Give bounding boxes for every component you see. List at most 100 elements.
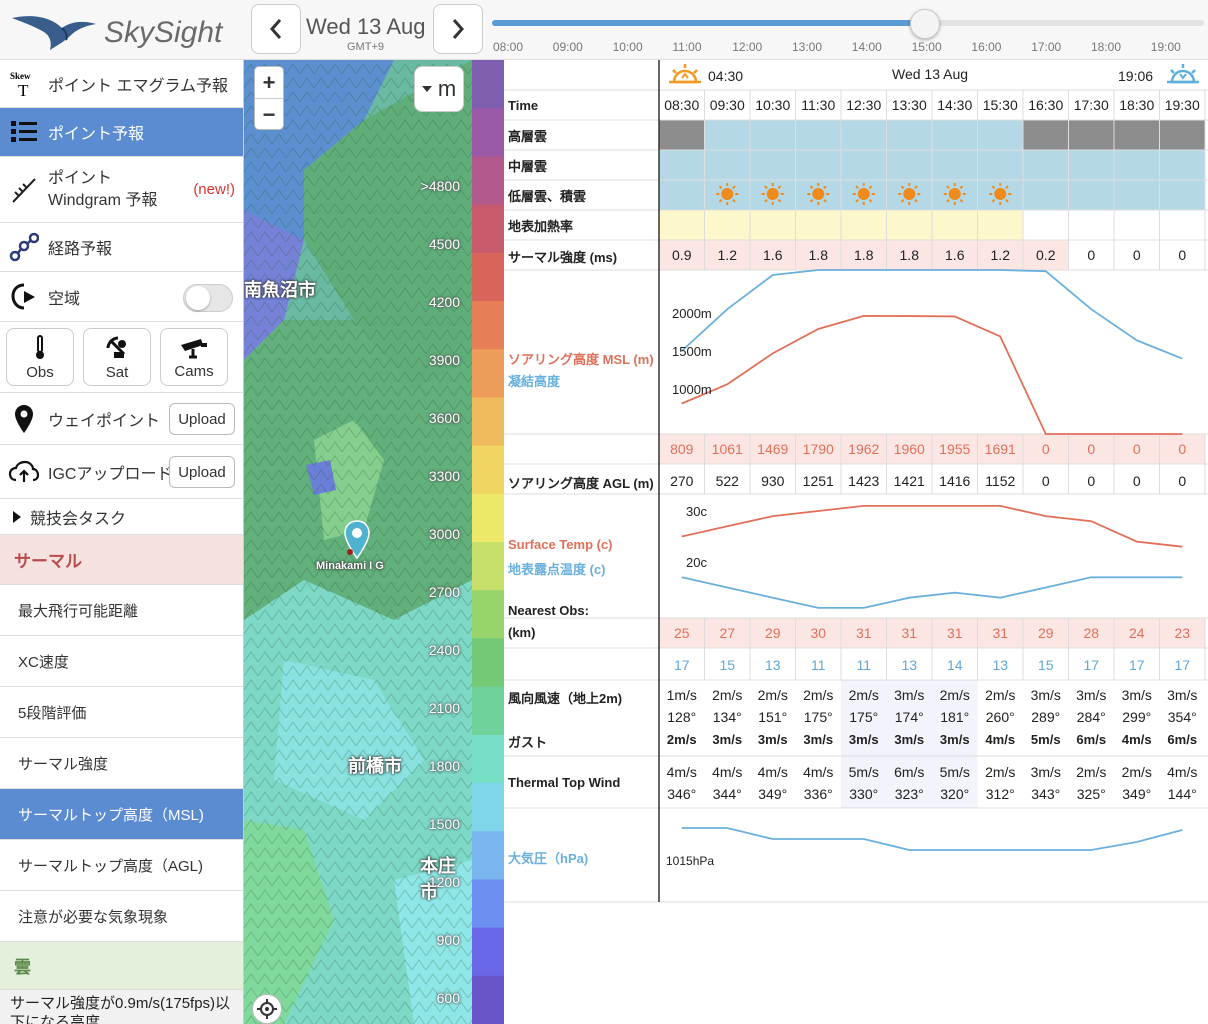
- ttw-direction-value: 144°: [1167, 786, 1197, 802]
- colorbar-swatch: [472, 831, 504, 881]
- surface-temp-value: 31: [946, 625, 963, 641]
- gust-value: 4m/s: [1121, 732, 1152, 747]
- map-scale-label: 3900: [428, 352, 460, 368]
- zoom-out-button[interactable]: −: [255, 99, 283, 131]
- colorbar-swatch: [472, 397, 504, 447]
- high-cloud-cell: [977, 120, 1023, 150]
- cloud-section-header[interactable]: 雲: [0, 942, 243, 990]
- next-day-button[interactable]: [433, 4, 483, 54]
- soaring-msl-value: 1790: [802, 441, 834, 457]
- row-label-heating: 地表加熱率: [508, 219, 574, 234]
- row-label-soaring-agl: ソアリング高度 AGL (m): [508, 476, 654, 491]
- colorbar-swatch: [472, 975, 504, 1024]
- colorbar-swatch: [472, 252, 504, 302]
- dewpoint-value: 17: [1174, 657, 1191, 673]
- prev-day-button[interactable]: [251, 4, 301, 54]
- gust-value: 3m/s: [939, 732, 970, 747]
- camera-icon: [181, 338, 207, 358]
- sidebar: Skew T ポイント エマグラム予報 ポイント予報 ポイント Windgram …: [0, 60, 244, 1024]
- heating-cell: [886, 210, 932, 240]
- colorbar-swatch: [472, 927, 504, 977]
- map-marker-icon[interactable]: [342, 520, 372, 560]
- menu-five-star-rating[interactable]: 5段階評価: [0, 687, 243, 738]
- sidebar-item-skewt[interactable]: Skew T ポイント エマグラム予報: [0, 60, 243, 108]
- thermal-section-header[interactable]: サーマル: [0, 535, 243, 585]
- menu-weather-hazards[interactable]: 注意が必要な気象現象: [0, 891, 243, 942]
- menu-thermal-top-msl[interactable]: サーマルトップ高度（MSL): [0, 789, 243, 840]
- temp-tick: 20c: [686, 555, 707, 570]
- low-cloud-cell: [1068, 180, 1114, 210]
- colorbar-swatch: [472, 349, 504, 399]
- gust-value: 3m/s: [712, 732, 743, 747]
- sidebar-item-route[interactable]: 経路予報: [0, 223, 243, 272]
- sidebar-item-waypoint[interactable]: ウェイポイント Upload: [0, 393, 243, 445]
- heating-cell: [841, 210, 887, 240]
- obs-sat-cams-row: Obs Sat Cams: [0, 322, 243, 393]
- row-label-soaring-msl: ソアリング高度 MSL (m): [508, 352, 654, 367]
- locate-button[interactable]: [252, 994, 282, 1024]
- wind-speed-value: 2m/s: [803, 687, 834, 703]
- mid-cloud-cell: [1023, 150, 1069, 180]
- high-cloud-cell: [1068, 120, 1114, 150]
- gust-value: 6m/s: [1167, 732, 1198, 747]
- dewpoint-value: 13: [764, 657, 781, 673]
- sidebar-item-airspace[interactable]: 空域: [0, 272, 243, 322]
- ttw-speed-value: 4m/s: [803, 764, 834, 780]
- mid-cloud-cell: [1159, 150, 1205, 180]
- heating-cell: [977, 210, 1023, 240]
- surface-temp-value: 31: [901, 625, 918, 641]
- sidebar-item-windgram[interactable]: ポイント Windgram 予報 (new!): [0, 157, 243, 223]
- slider-tick-label: 17:00: [1031, 40, 1062, 54]
- slider-tick-label: 08:00: [493, 40, 524, 54]
- row-label-time: Time: [508, 98, 539, 113]
- eagle-logo-icon: [12, 16, 96, 50]
- time-cell: 13:30: [891, 97, 927, 113]
- time-slider[interactable]: [492, 9, 1204, 39]
- skysight-logo[interactable]: SkySight: [6, 6, 244, 54]
- soaring-msl-value: 1061: [711, 441, 743, 457]
- map-scale-label: 600: [436, 990, 460, 1006]
- freezing-level-line: [681, 269, 1183, 360]
- surface-temp-value: 25: [673, 625, 690, 641]
- airspace-toggle[interactable]: [183, 284, 233, 312]
- high-cloud-cell: [795, 120, 841, 150]
- dewpoint-value: 11: [810, 657, 826, 673]
- soaring-agl-value: 270: [670, 473, 694, 489]
- dewpoint-value: 13: [992, 657, 1009, 673]
- sidebar-item-label: ポイント エマグラム予報: [48, 77, 228, 95]
- sidebar-item-point-forecast[interactable]: ポイント予報: [0, 108, 243, 157]
- soaring-msl-value: 809: [670, 441, 694, 457]
- competition-task-toggle[interactable]: 競技会タスク: [0, 499, 243, 535]
- igc-upload-button[interactable]: Upload: [169, 456, 235, 488]
- row-label-freezing: 凝結高度: [508, 374, 561, 389]
- unit-select-button[interactable]: m: [414, 66, 464, 112]
- row-label-thermal-strength: サーマル強度 (ms): [508, 250, 618, 265]
- soaring-agl-value: 1416: [939, 473, 971, 489]
- dewpoint-line: [681, 576, 1183, 609]
- zoom-in-button[interactable]: +: [255, 67, 283, 99]
- ttw-direction-value: 312°: [985, 786, 1015, 802]
- slider-handle[interactable]: [910, 9, 940, 39]
- menu-xc-speed[interactable]: XC速度: [0, 636, 243, 687]
- soaring-agl-value: 0: [1178, 473, 1187, 489]
- waypoint-upload-button[interactable]: Upload: [169, 403, 235, 435]
- sidebar-item-igc[interactable]: IGCアップロード Upload: [0, 445, 243, 499]
- sunrise-time: 04:30: [708, 68, 744, 84]
- menu-thermal-top-agl[interactable]: サーマルトップ高度（AGL): [0, 840, 243, 891]
- wind-direction-value: 128°: [667, 709, 697, 725]
- obs-button[interactable]: Obs: [6, 328, 74, 386]
- cams-button[interactable]: Cams: [160, 328, 228, 386]
- surface-temp-value: 29: [1037, 625, 1054, 641]
- colorbar-swatch: [472, 60, 504, 110]
- map-view[interactable]: 南魚沼市 前橋市 本庄市 Minakami I G + − m >4800 450…: [244, 60, 472, 1024]
- heating-cell: [704, 210, 750, 240]
- menu-thermal-strength[interactable]: サーマル強度: [0, 738, 243, 789]
- row-label-km: (km): [508, 625, 536, 640]
- sat-button[interactable]: Sat: [83, 328, 151, 386]
- pressure-tick: 1015hPa: [666, 854, 715, 868]
- menu-max-distance[interactable]: 最大飛行可能距離: [0, 585, 243, 636]
- colorbar-swatch: [472, 734, 504, 784]
- ttw-speed-value: 4m/s: [757, 764, 788, 780]
- thermal-strength-value: 1.8: [899, 247, 919, 263]
- wind-speed-value: 3m/s: [1076, 687, 1107, 703]
